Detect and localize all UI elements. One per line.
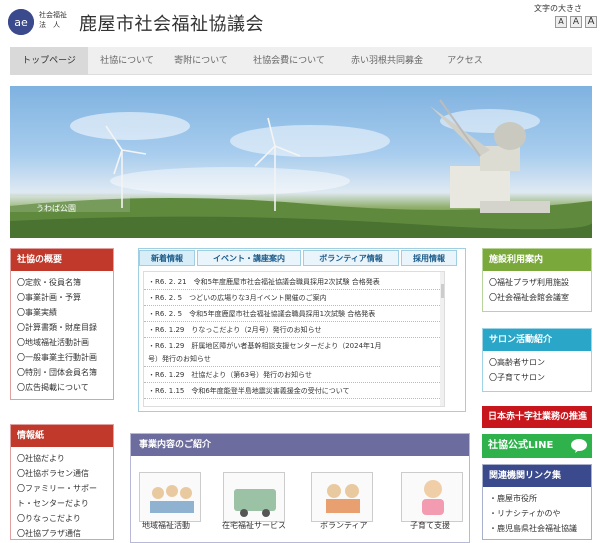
service-card-volunteer[interactable] (311, 472, 373, 522)
service-label-community[interactable]: 地域福祉活動 (142, 520, 190, 531)
line-banner-label: 社協公式LINE (488, 440, 554, 451)
news-scroll-thumb[interactable] (441, 284, 444, 298)
nav-donation[interactable]: 寄附について (168, 47, 234, 75)
facility-item-plaza[interactable]: 〇福祉プラザ利用施設 (489, 275, 589, 290)
newsletter-item-family-2[interactable]: ト・センターだより (17, 496, 111, 511)
facility-item-hall[interactable]: 〇社会福祉会館会議室 (489, 290, 589, 305)
tab-recruit-label: 採用情報 (413, 254, 445, 263)
news-item[interactable]: ・R6. 1.15 令和6年度能登半島地震災害義援金の受付について (144, 384, 440, 399)
hero-caption: うわば公園 (36, 204, 76, 213)
link-rinacity[interactable]: ・リナシティかのや (489, 506, 589, 521)
links-title: 関連機関リンク集 (483, 465, 591, 487)
news-item[interactable]: ・R6. 1.29 りなっこだより（2月号）発行のお知らせ (144, 323, 440, 338)
community-icon (150, 485, 194, 513)
newsletter-item-plaza[interactable]: 〇社協プラザ通信 (17, 526, 111, 541)
newsletter-title: 情報紙 (11, 425, 113, 447)
overview-title: 社協の概要 (11, 249, 113, 271)
logo-subtitle: 社会福祉 法 人 (39, 11, 67, 29)
chat-bubble-icon (571, 439, 587, 453)
logo-icon[interactable]: ae (8, 9, 34, 35)
link-city-hall[interactable]: ・鹿屋市役所 (489, 491, 589, 506)
global-nav: トップページ 社協について 寄附について 社協会費について 赤い羽根共同募金 ア… (10, 47, 592, 75)
home-care-icon (234, 489, 276, 517)
newsletter-item-volunteer[interactable]: 〇社協ボラセン通信 (17, 466, 111, 481)
tab-recruit[interactable]: 採用情報 (401, 250, 457, 266)
font-size-large-button[interactable]: A (585, 16, 597, 28)
newsletter-item-family-1[interactable]: 〇ファミリー・サポー (17, 481, 111, 496)
newsletter-item-rinakko[interactable]: 〇りなっこだより (17, 511, 111, 526)
line-banner[interactable]: 社協公式LINE (482, 434, 592, 458)
redcross-banner[interactable]: 日本赤十字社業務の推進 (482, 406, 592, 428)
font-size-label: 文字の大きさ (534, 4, 582, 13)
font-size-medium-button[interactable]: A (570, 16, 582, 28)
news-item-continued[interactable]: 号）発行のお知らせ (144, 352, 440, 367)
hero-landscape (10, 99, 592, 238)
overview-item-employer-plan[interactable]: 〇一般事業主行動計画 (17, 350, 111, 365)
newsletter-item-shakyo[interactable]: 〇社協だより (17, 451, 111, 466)
nav-top[interactable]: トップページ (10, 47, 88, 75)
service-label-home-care[interactable]: 在宅福祉サービス (222, 520, 286, 531)
news-item[interactable]: ・R6. 2. 21 令和5年度鹿屋市社会福祉協議会職員採用2次試験 合格発表 (144, 275, 440, 290)
newsletter-box: 情報紙 〇社協だより 〇社協ボラセン通信 〇ファミリー・サポー ト・センターだよ… (10, 424, 114, 540)
link-prefecture-council[interactable]: ・鹿児島県社会福祉協議 (489, 521, 589, 536)
facility-title: 施設利用案内 (483, 249, 591, 271)
childcare-icon (422, 480, 444, 515)
overview-item-articles[interactable]: 〇定款・役員名簿 (17, 275, 111, 290)
overview-item-financials[interactable]: 〇計算書類・財産目録 (17, 320, 111, 335)
news-scrollbar[interactable] (440, 272, 444, 406)
volunteer-icon (326, 484, 360, 513)
site-header: ae 社会福祉 法 人 鹿屋市社会福祉協議会 文字の大きさ A A A (0, 0, 600, 46)
font-size-small-button[interactable]: A (555, 16, 567, 28)
tab-news[interactable]: 新着情報 (139, 250, 195, 266)
salon-item-childcare[interactable]: 〇子育てサロン (489, 370, 589, 385)
overview-item-plan[interactable]: 〇事業計画・予算 (17, 290, 111, 305)
news-item[interactable]: ・R6. 1.29 肝属地区障がい者基幹相談支援センターだより（2024年1月 (144, 339, 440, 353)
salon-list: 〇高齢者サロン 〇子育てサロン (489, 355, 589, 385)
nav-about[interactable]: 社協について (94, 47, 160, 75)
service-card-home-care[interactable] (223, 472, 285, 522)
news-item[interactable]: ・R6. 2. 5 令和5年度鹿屋市社会福祉協議会職員採用1次試験 合格発表 (144, 307, 440, 322)
overview-item-welfare-plan[interactable]: 〇地域福祉活動計画 (17, 335, 111, 350)
news-item[interactable]: ・R6. 2. 5 つどいの広場りな3月イベント開催のご案内 (144, 291, 440, 306)
overview-item-ads[interactable]: 〇広告掲載について (17, 380, 111, 395)
service-label-childcare[interactable]: 子育て支援 (410, 520, 450, 531)
overview-list: 〇定款・役員名簿 〇事業計画・予算 〇事業実績 〇計算書類・財産目録 〇地域福祉… (17, 275, 111, 395)
news-item[interactable]: ・R6. 1.29 社協だより（第63号）発行のお知らせ (144, 368, 440, 383)
service-card-community[interactable] (139, 472, 201, 522)
salon-item-elderly[interactable]: 〇高齢者サロン (489, 355, 589, 370)
services-title: 事業内容のご紹介 (131, 434, 469, 456)
nav-access[interactable]: アクセス (438, 47, 492, 75)
facility-list: 〇福祉プラザ利用施設 〇社会福祉会館会議室 (489, 275, 589, 305)
overview-item-members[interactable]: 〇特別・団体会員名簿 (17, 365, 111, 380)
overview-box: 社協の概要 〇定款・役員名簿 〇事業計画・予算 〇事業実績 〇計算書類・財産目録… (10, 248, 114, 400)
service-card-childcare[interactable] (401, 472, 463, 522)
salon-title: サロン活動紹介 (483, 329, 591, 351)
links-list: ・鹿屋市役所 ・リナシティかのや ・鹿児島県社会福祉協議 (489, 491, 589, 536)
tab-news-label: 新着情報 (151, 254, 183, 263)
salon-box: サロン活動紹介 〇高齢者サロン 〇子育てサロン (482, 328, 592, 392)
service-label-volunteer[interactable]: ボランティア (320, 520, 368, 531)
tab-events-label: イベント・講座案内 (213, 254, 285, 263)
newsletter-list: 〇社協だより 〇社協ボラセン通信 〇ファミリー・サポー ト・センターだより 〇り… (17, 451, 111, 541)
tab-volunteer[interactable]: ボランティア情報 (303, 250, 399, 266)
site-title[interactable]: 鹿屋市社会福祉協議会 (79, 10, 264, 36)
svg-text:ae: ae (14, 16, 28, 29)
nav-membership-fee[interactable]: 社協会費について (246, 47, 332, 75)
hero-image: うわば公園 (10, 86, 592, 238)
tab-volunteer-label: ボランティア情報 (319, 254, 383, 263)
news-list: ・R6. 2. 21 令和5年度鹿屋市社会福祉協議会職員採用2次試験 合格発表 … (143, 271, 445, 407)
nav-red-feather[interactable]: 赤い羽根共同募金 (344, 47, 430, 75)
overview-item-results[interactable]: 〇事業実績 (17, 305, 111, 320)
news-panel: 新着情報 イベント・講座案内 ボランティア情報 採用情報 ・R6. 2. 21 … (138, 248, 466, 412)
facility-box: 施設利用案内 〇福祉プラザ利用施設 〇社会福祉会館会議室 (482, 248, 592, 312)
tab-events[interactable]: イベント・講座案内 (197, 250, 301, 266)
links-box: 関連機関リンク集 ・鹿屋市役所 ・リナシティかのや ・鹿児島県社会福祉協議 (482, 464, 592, 540)
